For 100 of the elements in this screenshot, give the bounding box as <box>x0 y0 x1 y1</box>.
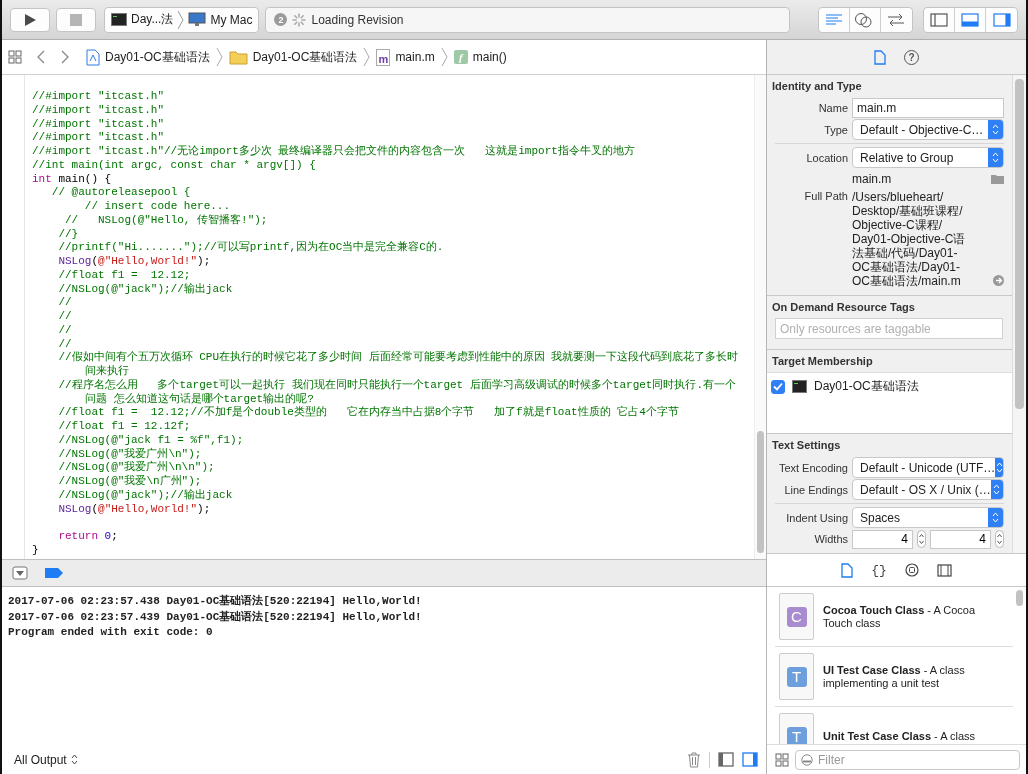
code-line: //#import "itcast.h" <box>32 103 166 118</box>
scrollbar-thumb[interactable] <box>757 431 764 553</box>
output-filter-menu[interactable]: All Output <box>14 752 78 767</box>
code-line: //NSLog(@"我爱广州\n\n"); <box>57 461 216 475</box>
encoding-popup[interactable]: Default - Unicode (UTF… <box>852 457 1004 478</box>
code-line: //#import "itcast.h" <box>32 117 166 132</box>
run-button[interactable] <box>10 7 50 32</box>
filter-field[interactable]: Filter <box>795 749 1020 770</box>
code-line: //NSLog(@"我爱\n广州"); <box>57 475 203 489</box>
field-label: Widths <box>813 533 848 545</box>
code-line: //NSLog(@"我爱广州\n"); <box>57 447 203 461</box>
field-label: Indent Using <box>785 511 848 524</box>
section-title: Text Settings <box>771 438 842 453</box>
template-description[interactable]: Cocoa Touch Class - A Cocoa Touch class <box>823 603 1013 630</box>
name-field[interactable]: main.m <box>852 98 1004 118</box>
target-name: Day01-OC基础语法 <box>814 378 920 395</box>
chevron-icon <box>363 47 371 67</box>
field-label: Location <box>805 151 848 164</box>
play-icon <box>23 12 37 27</box>
template-icon: T <box>779 653 814 700</box>
line-endings-popup[interactable]: Default - OS X / Unix (… <box>852 479 1004 500</box>
destination-name: My Mac <box>210 12 253 27</box>
project-file-icon <box>86 48 100 66</box>
updown-icon <box>992 124 999 135</box>
code-line: NSLog(@"Hello,World!"); <box>57 502 212 517</box>
chevron-icon <box>215 47 223 67</box>
activity-count: 2 <box>274 13 288 26</box>
file-inspector-tab[interactable] <box>872 47 888 67</box>
document-icon <box>841 562 854 578</box>
breadcrumb-item[interactable]: Day01-OC基础语法 <box>226 48 360 66</box>
function-icon: f <box>453 50 468 64</box>
spinner-icon <box>292 12 307 27</box>
media-library-tab[interactable] <box>934 561 954 579</box>
code-line: //float f1 = 12.12; <box>57 268 192 283</box>
code-line: // <box>57 296 73 310</box>
file-name: main.m <box>852 172 893 186</box>
grid-icon[interactable] <box>8 50 22 64</box>
breakpoint-icon[interactable] <box>44 567 64 579</box>
scheme-selector[interactable]: Day...法 My Mac <box>104 6 260 33</box>
folder-icon[interactable] <box>991 174 1004 184</box>
location-popup[interactable]: Relative to Group <box>852 147 1004 168</box>
variables-pane-icon[interactable] <box>718 752 734 767</box>
template-description[interactable]: UI Test Case Class - A class implementing a unit test <box>823 663 1013 690</box>
back-icon[interactable] <box>36 49 46 65</box>
breadcrumb-item[interactable]: m main.m <box>374 48 437 66</box>
reveal-arrow-icon[interactable] <box>993 275 1004 286</box>
console-line: Program ended with exit code: 0 <box>8 625 214 640</box>
code-line: // <box>57 310 73 324</box>
field-label: Line Endings <box>783 483 848 496</box>
code-line: //NSLog(@"jack");//输出jack <box>57 282 234 297</box>
breadcrumb-item[interactable]: f main() <box>451 50 509 64</box>
code-line: //NSLog(@"jack f1 = %f",f1); <box>57 433 245 448</box>
forward-icon[interactable] <box>60 49 70 65</box>
tags-field[interactable]: Only resources are taggable <box>775 318 1003 339</box>
field-label: Full Path <box>803 190 848 202</box>
file-library-tab[interactable] <box>839 560 856 580</box>
tab-width-field[interactable]: 4 <box>852 529 913 549</box>
scrollbar-thumb[interactable] <box>1016 590 1023 606</box>
filter-icon <box>801 753 813 766</box>
code-line: // @autoreleasepool { <box>50 186 192 200</box>
target-circle-icon <box>904 563 919 577</box>
code-line: // <box>57 323 73 338</box>
code-line: //程序名怎么用 多个target可以一起执行 我们现在同时只能执行一个target 后面学习高级调试的时候多个target同时执行.有一个问题 怎么知道这句话是哪个target输出的呢? <box>57 378 738 406</box>
code-line: //float f1 = 12.12f; <box>57 420 192 434</box>
target-checkbox[interactable] <box>771 379 785 394</box>
code-library-tab[interactable]: {} <box>869 560 889 580</box>
code-line: // insert code here... <box>83 200 232 214</box>
hide-debug-icon[interactable] <box>12 566 28 580</box>
code-line: int main() { <box>32 172 113 187</box>
code-line: return 0; <box>57 530 119 544</box>
code-line: //#import "itcast.h" <box>32 131 166 145</box>
updown-icon <box>70 754 78 765</box>
scrollbar-thumb[interactable] <box>1015 79 1024 409</box>
code-line: //printf("Hi.......");//可以写printf,因为在OC当中是完全兼容C的. <box>57 241 445 255</box>
stepper-icon[interactable] <box>917 530 926 548</box>
utilities-pane-icon <box>992 12 1011 27</box>
file-icon: m <box>376 48 391 66</box>
terminal-icon <box>111 13 127 26</box>
trash-icon[interactable] <box>687 751 701 768</box>
code-line: // <box>57 337 72 352</box>
full-path: /Users/blueheart/Desktop/基础班课程/Objective-C课程/Day01-Objective-C语法基础/代码/Day01-OC基础语法/Day01-OC基础语法/main.m <box>852 190 967 288</box>
field-label: Name <box>817 102 848 114</box>
section-title: Identity and Type <box>771 79 863 94</box>
template-description[interactable]: Unit Test Case Class - A class <box>823 730 984 743</box>
stepper-icon[interactable] <box>995 530 1004 548</box>
console-pane-icon[interactable] <box>742 752 758 767</box>
indent-width-field[interactable]: 4 <box>930 529 991 549</box>
indent-popup[interactable]: Spaces <box>852 507 1004 528</box>
stop-icon <box>70 13 82 26</box>
grid-icon[interactable] <box>775 752 789 767</box>
activity-status: Loading Revision <box>311 12 404 27</box>
code-line: //假如中间有个五万次循环 CPU在执行的时候它花了多少时间 后面经常可能要考虑到性能中的原因 我就要测一下这段代码到底花了多长时间来执行 <box>57 351 740 379</box>
navigator-pane-icon <box>930 12 948 27</box>
object-library-tab[interactable] <box>902 561 921 579</box>
breadcrumb-item[interactable]: Day01-OC基础语法 <box>84 48 212 66</box>
updown-icon <box>995 462 1003 473</box>
field-label: Text Encoding <box>777 461 848 474</box>
document-icon <box>874 49 886 65</box>
section-title: Target Membership <box>771 354 874 369</box>
type-popup[interactable]: Default - Objective-C… <box>852 119 1004 140</box>
